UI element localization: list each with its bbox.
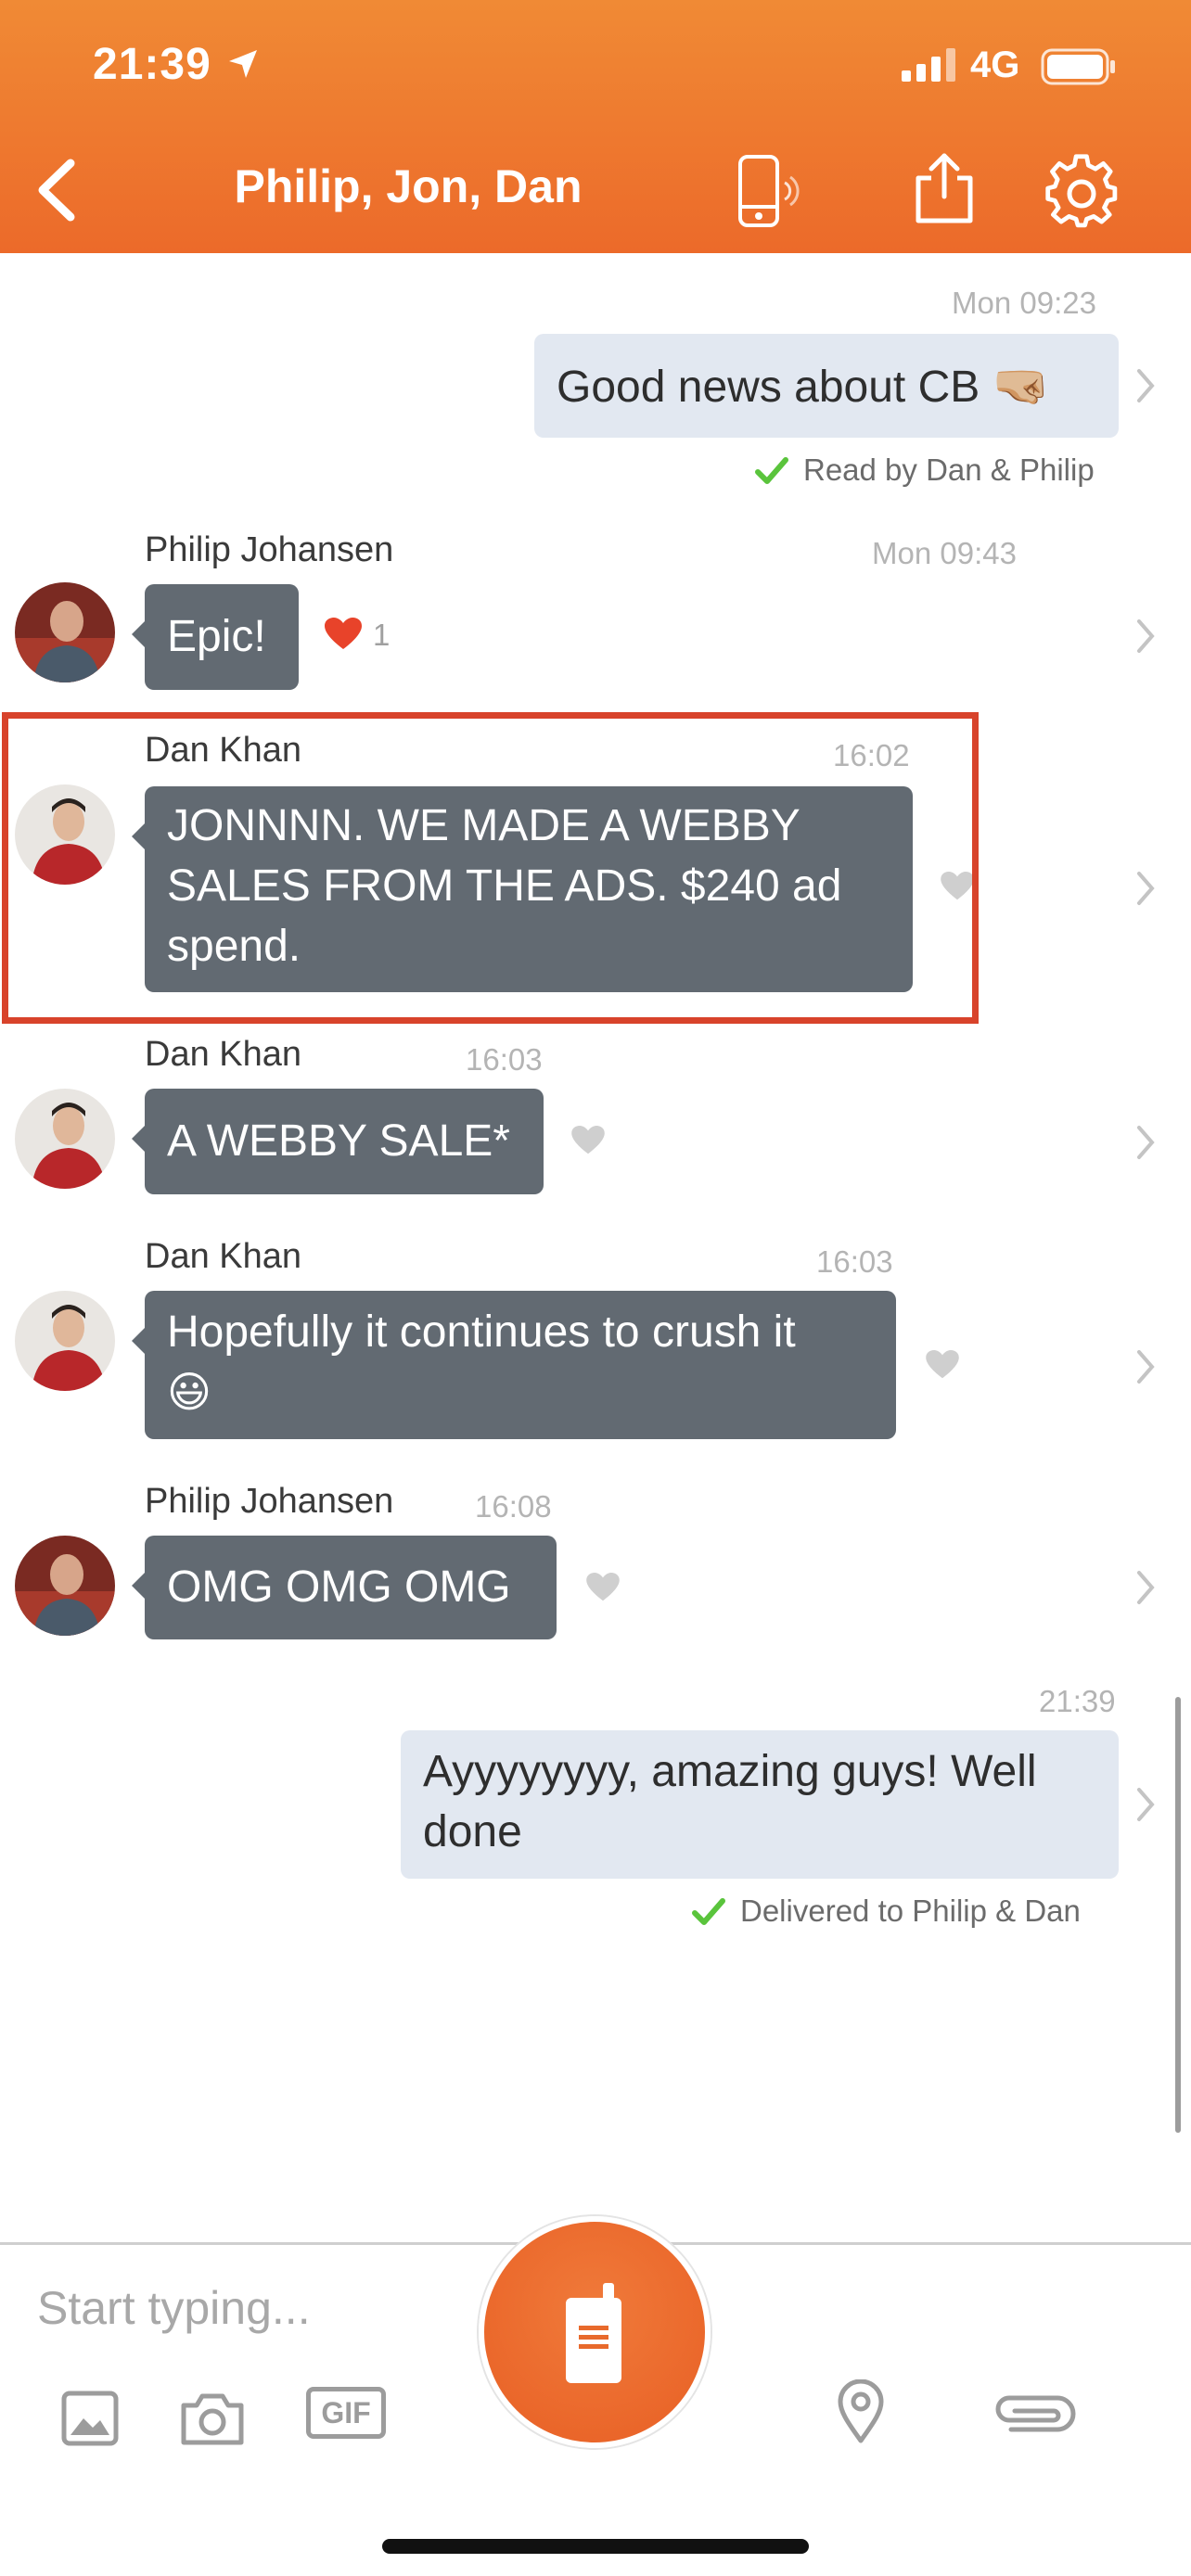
network-type: 4G	[970, 45, 1020, 85]
message-input[interactable]: Start typing...	[37, 2281, 311, 2335]
message-text: A WEBBY SALE*	[167, 1116, 510, 1166]
chevron-right-icon[interactable]	[1133, 870, 1158, 907]
heart-icon[interactable]	[325, 618, 362, 651]
camera-icon[interactable]	[180, 2391, 245, 2446]
message-time: Mon 09:43	[872, 536, 1017, 570]
push-to-talk-button[interactable]	[479, 2216, 711, 2448]
message-bubble-outgoing[interactable]: Good news about CB 🤜🏼	[534, 334, 1119, 438]
check-icon	[755, 457, 788, 484]
heart-icon[interactable]	[586, 1573, 620, 1602]
avatar-dan[interactable]	[15, 1291, 115, 1391]
location-arrow-icon	[229, 50, 257, 78]
sender-name: Dan Khan	[145, 1035, 302, 1074]
battery-icon	[1041, 48, 1115, 85]
message-text-line: done	[423, 1807, 522, 1856]
settings-gear-icon[interactable]	[1043, 153, 1121, 231]
message-text: Epic!	[167, 612, 266, 661]
message-text-line: Hopefully it continues to crush it	[167, 1307, 796, 1357]
message-time: 16:08	[475, 1489, 552, 1524]
chevron-right-icon[interactable]	[1133, 1569, 1158, 1606]
chevron-right-icon[interactable]	[1133, 1786, 1158, 1823]
avatar-philip[interactable]	[15, 1536, 115, 1636]
heart-count: 1	[373, 618, 391, 652]
message-time: 16:03	[466, 1042, 543, 1077]
share-icon[interactable]	[911, 150, 978, 224]
heart-icon[interactable]	[926, 1350, 959, 1380]
header-bar: 21:39 4G Philip, Jon, Dan	[0, 0, 1191, 253]
delivery-receipt: Delivered to Philip & Dan	[740, 1894, 1081, 1928]
chevron-right-icon[interactable]	[1133, 1348, 1158, 1385]
gif-button[interactable]: GIF	[306, 2387, 386, 2439]
message-bubble-outgoing[interactable]: Ayyyyyyyy, amazing guys! Well done	[401, 1730, 1119, 1879]
back-chevron-icon[interactable]	[33, 158, 80, 223]
smiley-emoji: 😃	[167, 1368, 211, 1416]
message-bubble-incoming[interactable]: Hopefully it continues to crush it 😃	[132, 1291, 896, 1439]
chevron-right-icon[interactable]	[1133, 367, 1158, 404]
avatar-dan[interactable]	[15, 1089, 115, 1189]
message-time: Mon 09:23	[952, 286, 1096, 320]
sender-name: Philip Johansen	[145, 530, 394, 569]
image-gallery-icon[interactable]	[61, 2391, 119, 2446]
chevron-right-icon[interactable]	[1133, 1124, 1158, 1161]
signal-icon	[902, 48, 955, 82]
chevron-right-icon[interactable]	[1133, 618, 1158, 655]
highlight-box	[2, 712, 979, 1024]
fist-emoji: 🤜🏼	[992, 360, 1050, 412]
message-text: Good news about CB	[557, 363, 980, 412]
scrollbar[interactable]	[1175, 1697, 1181, 2133]
message-bubble-incoming[interactable]: Epic!	[132, 584, 299, 690]
avatar-philip[interactable]	[15, 582, 115, 682]
heart-icon[interactable]	[571, 1126, 605, 1155]
walkie-phone-icon[interactable]	[735, 153, 807, 229]
message-text: OMG OMG OMG	[167, 1562, 511, 1612]
walkie-talkie-icon	[566, 2283, 621, 2383]
message-bubble-incoming[interactable]: A WEBBY SALE*	[132, 1089, 544, 1194]
location-pin-icon[interactable]	[837, 2379, 885, 2444]
paperclip-icon[interactable]	[992, 2392, 1076, 2435]
message-bubble-incoming[interactable]: OMG OMG OMG	[132, 1536, 557, 1639]
message-time: 21:39	[1039, 1684, 1116, 1718]
message-time: 16:03	[816, 1244, 893, 1279]
check-icon	[692, 1898, 725, 1925]
chat-title[interactable]: Philip, Jon, Dan	[148, 159, 668, 213]
read-receipt: Read by Dan & Philip	[803, 453, 1095, 487]
sender-name: Philip Johansen	[145, 1482, 394, 1521]
home-indicator	[382, 2539, 809, 2554]
status-time: 21:39	[93, 40, 211, 89]
message-text-line: Ayyyyyyyy, amazing guys! Well	[423, 1747, 1037, 1796]
sender-name: Dan Khan	[145, 1237, 302, 1276]
